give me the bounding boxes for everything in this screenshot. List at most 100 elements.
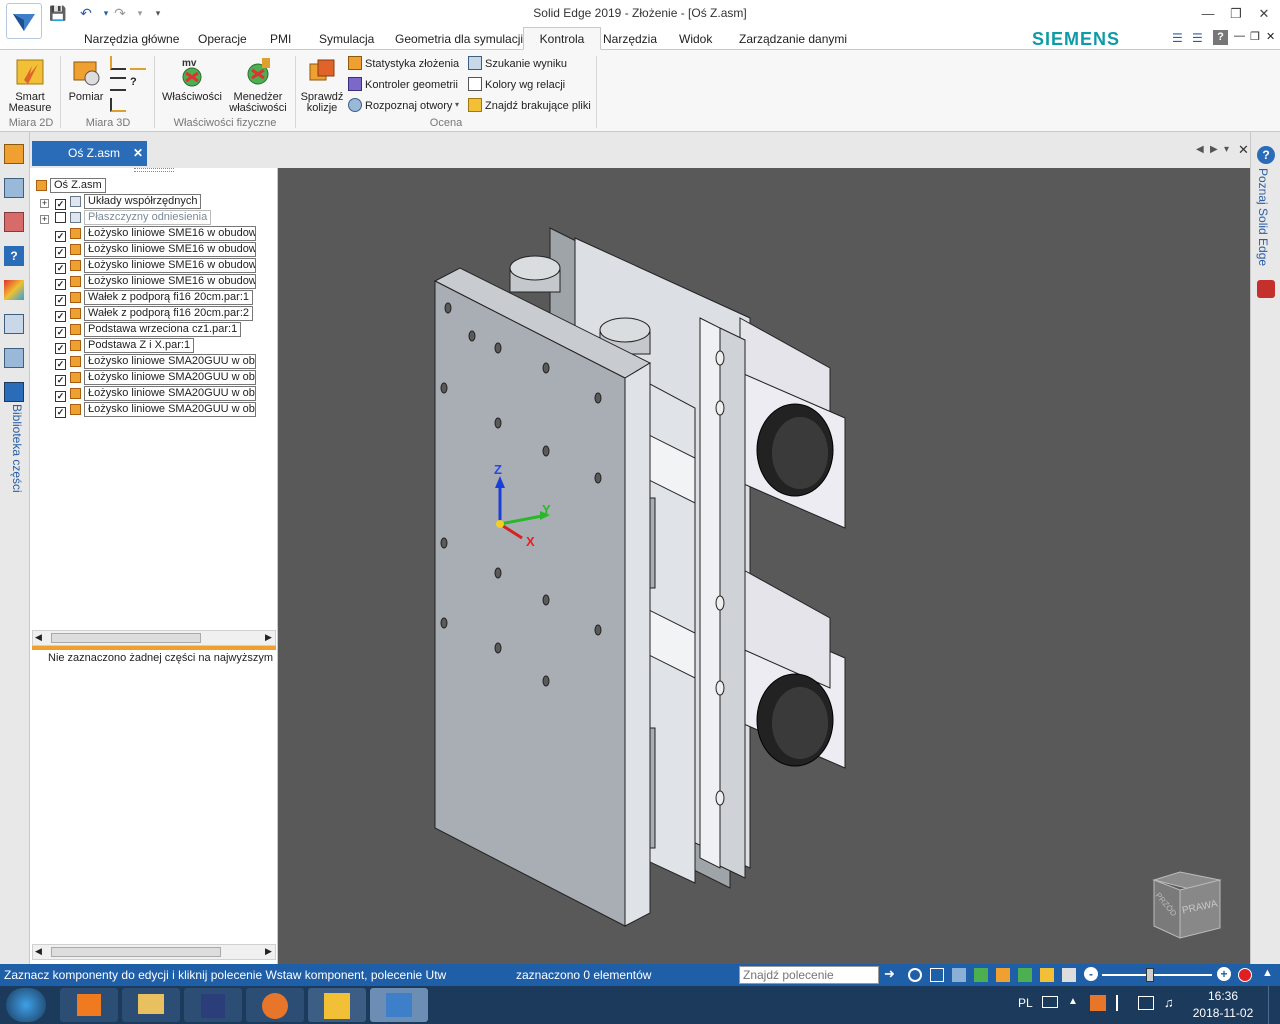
tab-symulacja[interactable]: Symulacja [311, 28, 382, 50]
tree-item[interactable]: ✓ Łożysko liniowe SMA20GUU w obudowie [40, 386, 256, 402]
tree-root[interactable]: Oś Z.asm [36, 178, 106, 194]
smart-measure-button[interactable]: Smart Measure [4, 56, 56, 114]
rozpoznaj-button[interactable]: Rozpoznaj otwory [348, 97, 452, 115]
shaded-icon[interactable] [1018, 968, 1032, 982]
search-go-icon[interactable]: ➜ [884, 966, 895, 982]
sprawdz-kolizje-button[interactable]: Sprawdź kolizje [298, 56, 346, 114]
visibility-checkbox[interactable]: ✓ [55, 311, 66, 322]
tray-app-icon[interactable] [1090, 995, 1106, 1011]
expand-status-icon[interactable]: ▲ [1262, 967, 1273, 979]
statystyka-button[interactable]: Statystyka złożenia [348, 55, 459, 73]
tree-item[interactable]: + Płaszczyzny odniesienia [40, 210, 212, 226]
fit-icon[interactable] [930, 968, 944, 982]
youtube-icon[interactable] [1257, 280, 1275, 298]
tab-narzedzia[interactable]: Narzędzia [595, 28, 665, 50]
rotate-icon[interactable] [974, 968, 988, 982]
layout-icon[interactable]: ☰ [1172, 31, 1186, 45]
ribbon-close-icon[interactable]: ✕ [1266, 30, 1275, 43]
pathfinder-icon[interactable] [4, 144, 24, 164]
tree-scrollbar[interactable]: ◀ ▶ [32, 630, 276, 646]
assembly-model[interactable] [433, 227, 846, 927]
zoom-slider-thumb[interactable] [1146, 968, 1154, 982]
visibility-checkbox[interactable]: ✓ [55, 359, 66, 370]
pan-icon[interactable] [952, 968, 966, 982]
taskbar-outlook[interactable] [60, 988, 118, 1022]
visibility-checkbox[interactable]: ✓ [55, 391, 66, 402]
flag-icon[interactable] [1116, 995, 1130, 1011]
tab-close-all-icon[interactable]: ✕ [1238, 142, 1249, 158]
tab-list-icon[interactable]: ▾ [1224, 144, 1229, 155]
appearance-icon[interactable] [4, 280, 24, 300]
volume-icon[interactable]: ♫ [1164, 995, 1174, 1010]
tab-zarzadzanie[interactable]: Zarządzanie danymi [731, 28, 855, 50]
kolory-button[interactable]: Kolory wg relacji [468, 76, 565, 94]
taskbar-explorer[interactable] [122, 988, 180, 1022]
scroll-thumb[interactable] [51, 947, 221, 957]
restore-button[interactable]: ❐ [1224, 4, 1248, 24]
zoom-slider[interactable] [1102, 968, 1212, 982]
tree-item[interactable]: ✓ Łożysko liniowe SMA20GUU w obudowie [40, 370, 256, 386]
taskbar-firefox[interactable] [246, 988, 304, 1022]
clock-date[interactable]: 2018-11-02 [1190, 1006, 1256, 1020]
library-vertical-label[interactable]: Biblioteka części [4, 404, 24, 493]
tab-widok[interactable]: Widok [671, 28, 720, 50]
scroll-thumb[interactable] [51, 633, 201, 643]
tree-item[interactable]: ✓ Wałek z podporą fi16 20cm.par:2 [40, 306, 254, 322]
pathfinder-divider[interactable] [32, 646, 276, 650]
measure-angle-icon[interactable] [130, 56, 146, 70]
layers-icon[interactable] [4, 212, 24, 232]
library-icon[interactable] [4, 382, 24, 402]
help-icon[interactable]: ? [1213, 30, 1228, 45]
query-icon[interactable]: ? [4, 246, 24, 266]
tab-pmi[interactable]: PMI [262, 28, 299, 50]
tree-item[interactable]: ✓ Podstawa Z i X.par:1 [40, 338, 195, 354]
tree-item[interactable]: ✓ Łożysko liniowe SME16 w obudowie [40, 258, 256, 274]
keyboard-icon[interactable] [1042, 996, 1058, 1008]
znajdz-button[interactable]: Znajdź brakujące pliki [468, 97, 591, 115]
visibility-checkbox[interactable]: ✓ [55, 263, 66, 274]
document-tab[interactable]: Oś Z.asm ✕ [32, 141, 147, 166]
tree-item[interactable]: ✓ Łożysko liniowe SME16 w obudowie [40, 226, 256, 242]
visibility-checkbox[interactable]: ✓ [55, 375, 66, 386]
network-icon[interactable] [1138, 996, 1154, 1010]
taskbar-save-app[interactable] [184, 988, 242, 1022]
taskbar-solidedge[interactable] [370, 988, 428, 1022]
visibility-checkbox[interactable]: ✓ [55, 327, 66, 338]
measure-minimum-icon[interactable] [110, 77, 126, 91]
tray-arrow-icon[interactable]: ▲ [1068, 996, 1078, 1007]
zoom-out-icon[interactable]: - [1084, 967, 1098, 981]
rozpoznaj-dropdown-icon[interactable]: ▾ [455, 100, 459, 109]
app-logo-icon[interactable] [6, 3, 42, 39]
visibility-checkbox[interactable] [55, 212, 66, 223]
zoom-area-icon[interactable] [908, 968, 922, 982]
ribbon-restore-icon[interactable]: ❐ [1250, 30, 1260, 43]
tab-operacje[interactable]: Operacje [190, 28, 255, 50]
tree-item[interactable]: ✓ Łożysko liniowe SMA20GUU w obudowie [40, 402, 256, 418]
layout2-icon[interactable]: ☰ [1192, 31, 1206, 45]
ribbon-minimize-icon[interactable]: — [1234, 30, 1245, 42]
scroll-left-icon[interactable]: ◀ [35, 946, 42, 957]
tab-nav-right-icon[interactable]: ▶ [1210, 144, 1218, 155]
scroll-right-icon[interactable]: ▶ [265, 632, 272, 643]
visibility-checkbox[interactable]: ✓ [55, 295, 66, 306]
taskbar-winamp[interactable] [308, 988, 366, 1022]
visibility-checkbox[interactable]: ✓ [55, 231, 66, 242]
expand-icon[interactable]: + [40, 199, 49, 208]
learn-help-icon[interactable]: ? [1257, 146, 1275, 164]
tree-item[interactable]: + ✓ Układy współrzędnych [40, 194, 202, 210]
close-button[interactable]: ✕ [1252, 4, 1276, 24]
pathfinder-grip[interactable] [134, 168, 174, 172]
visibility-checkbox[interactable]: ✓ [55, 343, 66, 354]
show-desktop-button[interactable] [1268, 986, 1280, 1024]
display-icon[interactable] [1040, 968, 1054, 982]
kontroler-button[interactable]: Kontroler geometrii [348, 76, 458, 94]
visibility-checkbox[interactable]: ✓ [55, 407, 66, 418]
expand-icon[interactable]: + [40, 215, 49, 224]
tab-kontrola[interactable]: Kontrola [523, 27, 601, 50]
scroll-left-icon[interactable]: ◀ [35, 632, 42, 643]
view-cube[interactable]: PRZÓD PRAWA [1150, 868, 1224, 942]
record-icon[interactable] [1238, 968, 1252, 982]
taskbar-lang[interactable]: PL [1018, 996, 1033, 1010]
menedzer-button[interactable]: Menedżer właściwości [226, 56, 290, 114]
doc-tab-close-icon[interactable]: ✕ [133, 141, 143, 166]
